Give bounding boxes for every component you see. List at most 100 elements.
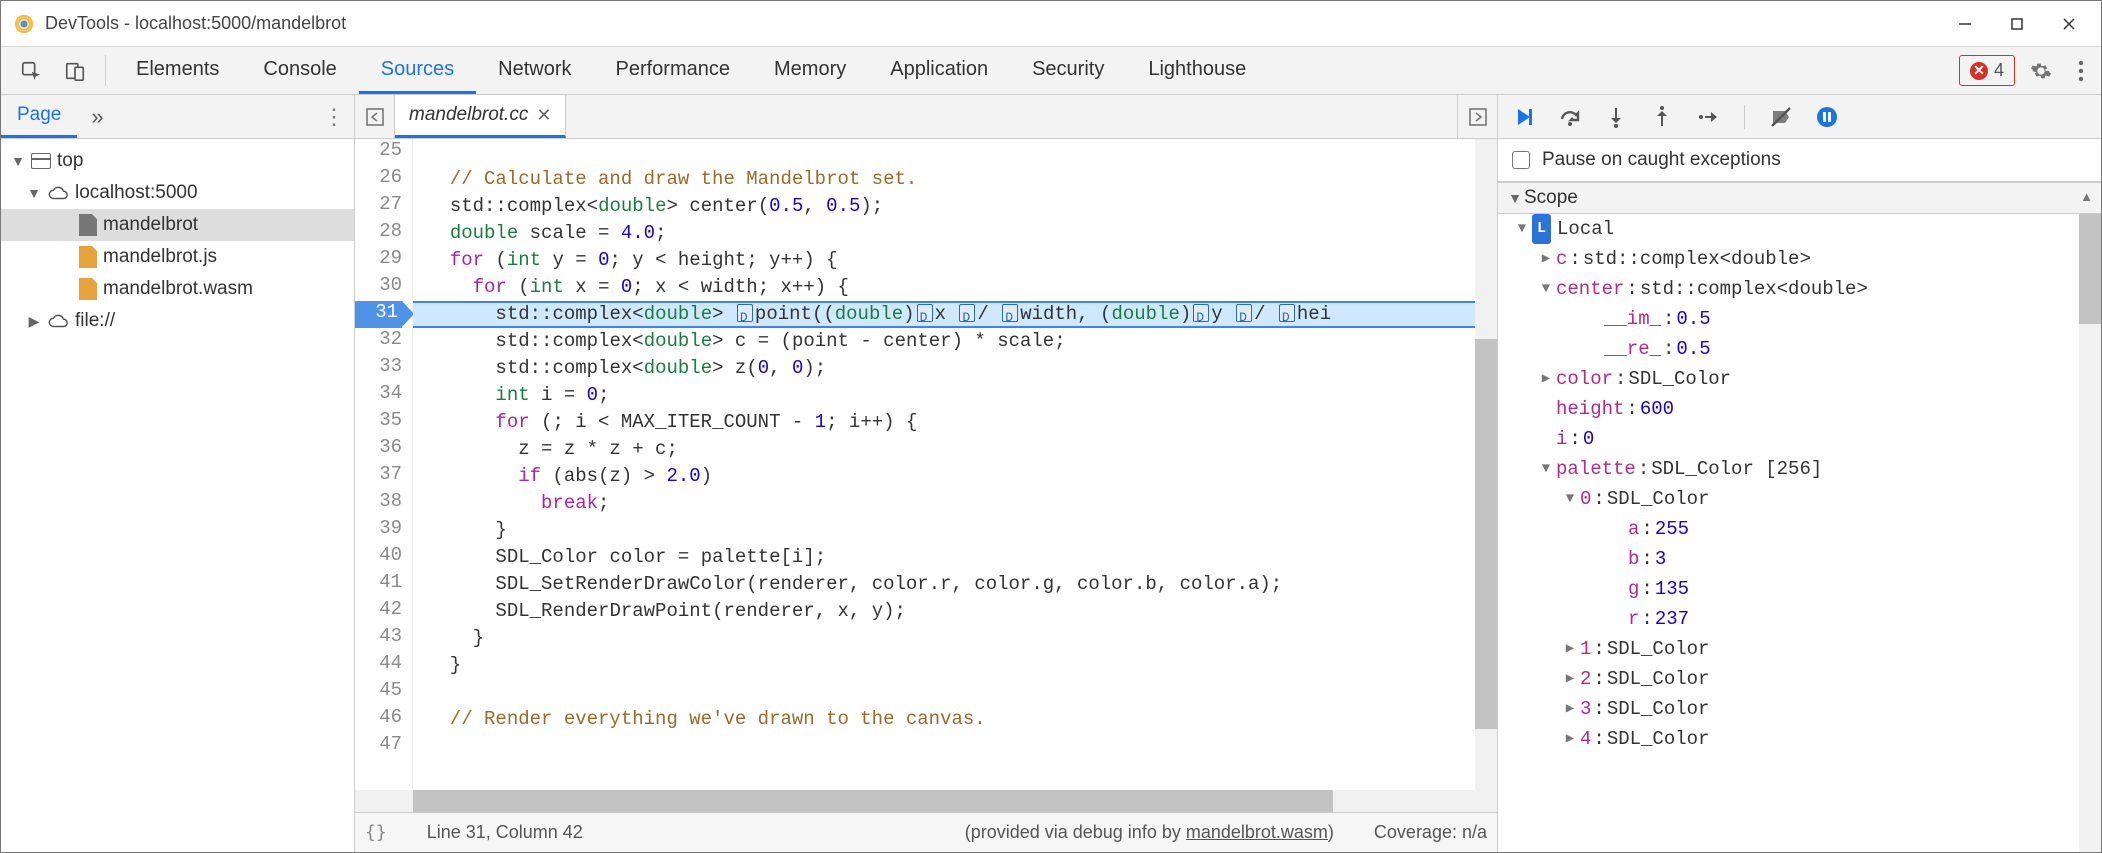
- file-tree: ▼ top ▼ localhost:5000 mandelbrot mandel…: [1, 139, 354, 343]
- source-pane: mandelbrot.cc ✕ 252627282930313233343536…: [355, 95, 1497, 852]
- tree-label: localhost:5000: [75, 178, 198, 208]
- main-tab-memory[interactable]: Memory: [752, 47, 868, 94]
- editor-vertical-scrollbar[interactable]: [1475, 139, 1497, 790]
- scroll-up-icon[interactable]: ▲: [2080, 189, 2093, 204]
- line-number-gutter[interactable]: 2526272829303132333435363738394041424344…: [355, 139, 413, 790]
- frame-icon: [31, 153, 51, 169]
- scope-section-header[interactable]: ▼ Scope ▲: [1498, 182, 2101, 214]
- editor-tabs: mandelbrot.cc ✕: [355, 95, 1497, 139]
- deactivate-breakpoints-button[interactable]: [1767, 103, 1795, 131]
- separator: [105, 55, 106, 86]
- main-tab-application[interactable]: Application: [868, 47, 1010, 94]
- scope-var-palette-4[interactable]: ▶4: SDL_Color: [1498, 724, 2101, 754]
- script-file-icon: [79, 246, 97, 268]
- scope-var-center-im[interactable]: __im_: 0.5: [1498, 304, 2101, 334]
- tree-label: mandelbrot.js: [103, 242, 217, 272]
- more-options-icon[interactable]: [2061, 47, 2101, 94]
- tree-file-mandelbrot[interactable]: mandelbrot: [1, 209, 354, 241]
- devtools-app-icon: [13, 13, 35, 35]
- editor-horizontal-scrollbar[interactable]: [355, 790, 1497, 812]
- tree-file-mandelbrot-wasm[interactable]: mandelbrot.wasm: [1, 273, 354, 305]
- window-close-button[interactable]: [2043, 1, 2095, 47]
- step-over-button[interactable]: [1556, 103, 1584, 131]
- tree-label: top: [57, 146, 83, 176]
- resume-button[interactable]: [1510, 103, 1538, 131]
- scope-var-palette-1[interactable]: ▶1: SDL_Color: [1498, 634, 2101, 664]
- error-count-badge[interactable]: ✕ 4: [1959, 55, 2015, 86]
- window-titlebar: DevTools - localhost:5000/mandelbrot: [1, 1, 2101, 47]
- close-tab-icon[interactable]: ✕: [536, 105, 551, 126]
- navigator-tabs: Page » ⋮: [1, 95, 354, 139]
- pause-on-exceptions-button[interactable]: [1813, 103, 1841, 131]
- tree-file-mandelbrot-js[interactable]: mandelbrot.js: [1, 241, 354, 273]
- scope-var-palette-2[interactable]: ▶2: SDL_Color: [1498, 664, 2101, 694]
- scrollbar-thumb[interactable]: [413, 790, 1333, 812]
- scope-body: ▼L Local ▶c: std::complex<double> ▼cente…: [1498, 214, 2101, 852]
- step-into-button[interactable]: [1602, 103, 1630, 131]
- scope-local-header[interactable]: ▼L Local: [1498, 214, 2101, 244]
- pause-on-caught-checkbox[interactable]: [1512, 151, 1530, 169]
- pretty-print-icon[interactable]: {}: [365, 822, 387, 843]
- main-tab-console[interactable]: Console: [241, 47, 358, 94]
- scope-var-center-re[interactable]: __re_: 0.5: [1498, 334, 2101, 364]
- editor-statusbar: {} Line 31, Column 42 (provided via debu…: [355, 812, 1497, 852]
- step-button[interactable]: [1694, 103, 1722, 131]
- step-out-button[interactable]: [1648, 103, 1676, 131]
- code-content[interactable]: // Calculate and draw the Mandelbrot set…: [413, 139, 1497, 790]
- source-map-link[interactable]: mandelbrot.wasm: [1186, 822, 1328, 842]
- navigator-tabs-overflow-icon[interactable]: »: [77, 104, 117, 130]
- main-tab-security[interactable]: Security: [1010, 47, 1126, 94]
- local-badge-icon: L: [1532, 214, 1551, 244]
- navigator-pane: Page » ⋮ ▼ top ▼ localhost:5000 mandelbr…: [1, 95, 355, 852]
- scope-var-palette-3[interactable]: ▶3: SDL_Color: [1498, 694, 2101, 724]
- tree-origin-file[interactable]: ▶ file://: [1, 305, 354, 337]
- scope-var-palette-0-r[interactable]: r: 237: [1498, 604, 2101, 634]
- debugger-toolbar: [1498, 95, 2101, 139]
- main-tab-network[interactable]: Network: [476, 47, 593, 94]
- error-icon: ✕: [1970, 62, 1988, 80]
- cursor-position: Line 31, Column 42: [427, 822, 583, 843]
- navigator-tab-page[interactable]: Page: [1, 95, 77, 138]
- tree-frame-top[interactable]: ▼ top: [1, 145, 354, 177]
- main-tab-sources[interactable]: Sources: [359, 47, 476, 94]
- main-tab-elements[interactable]: Elements: [114, 47, 241, 94]
- main-tab-performance[interactable]: Performance: [594, 47, 753, 94]
- scope-var-height[interactable]: height: 600: [1498, 394, 2101, 424]
- nav-history-icon[interactable]: [355, 95, 395, 138]
- scope-var-palette-0-b[interactable]: b: 3: [1498, 544, 2101, 574]
- window-minimize-button[interactable]: [1939, 1, 1991, 47]
- tree-origin-localhost[interactable]: ▼ localhost:5000: [1, 177, 354, 209]
- window-maximize-button[interactable]: [1991, 1, 2043, 47]
- scrollbar-thumb[interactable]: [2079, 214, 2101, 324]
- editor-tab-mandelbrot-cc[interactable]: mandelbrot.cc ✕: [395, 95, 566, 138]
- tree-label: mandelbrot.wasm: [103, 274, 253, 304]
- scrollbar-thumb[interactable]: [1475, 339, 1497, 729]
- error-count: 4: [1994, 60, 2004, 81]
- scope-vertical-scrollbar[interactable]: [2079, 214, 2101, 852]
- scope-var-c[interactable]: ▶c: std::complex<double>: [1498, 244, 2101, 274]
- main-tab-bar: ElementsConsoleSourcesNetworkPerformance…: [1, 47, 2101, 95]
- inspect-element-button[interactable]: [9, 47, 53, 94]
- pause-on-caught-row[interactable]: Pause on caught exceptions: [1498, 139, 2101, 182]
- scope-var-palette[interactable]: ▼palette: SDL_Color [256]: [1498, 454, 2101, 484]
- pause-on-caught-label: Pause on caught exceptions: [1542, 149, 1781, 171]
- window-title: DevTools - localhost:5000/mandelbrot: [45, 13, 1939, 34]
- run-snippet-icon[interactable]: [1457, 95, 1497, 138]
- tree-label: file://: [75, 306, 115, 336]
- code-editor[interactable]: 2526272829303132333435363738394041424344…: [355, 139, 1497, 790]
- tree-label: mandelbrot: [103, 210, 198, 240]
- scope-var-center[interactable]: ▼center: std::complex<double>: [1498, 274, 2101, 304]
- settings-gear-icon[interactable]: [2021, 47, 2061, 94]
- main-tab-lighthouse[interactable]: Lighthouse: [1126, 47, 1268, 94]
- scope-var-color[interactable]: ▶color: SDL_Color: [1498, 364, 2101, 394]
- scope-var-palette-0-g[interactable]: g: 135: [1498, 574, 2101, 604]
- scope-var-palette-0-a[interactable]: a: 255: [1498, 514, 2101, 544]
- navigator-more-icon[interactable]: ⋮: [314, 104, 354, 130]
- scope-var-i[interactable]: i: 0: [1498, 424, 2101, 454]
- device-toolbar-button[interactable]: [53, 47, 97, 94]
- script-file-icon: [79, 278, 97, 300]
- file-icon: [79, 214, 97, 236]
- expand-icon: ▼: [11, 146, 25, 176]
- scope-var-palette-0[interactable]: ▼0: SDL_Color: [1498, 484, 2101, 514]
- editor-tab-label: mandelbrot.cc: [409, 104, 528, 126]
